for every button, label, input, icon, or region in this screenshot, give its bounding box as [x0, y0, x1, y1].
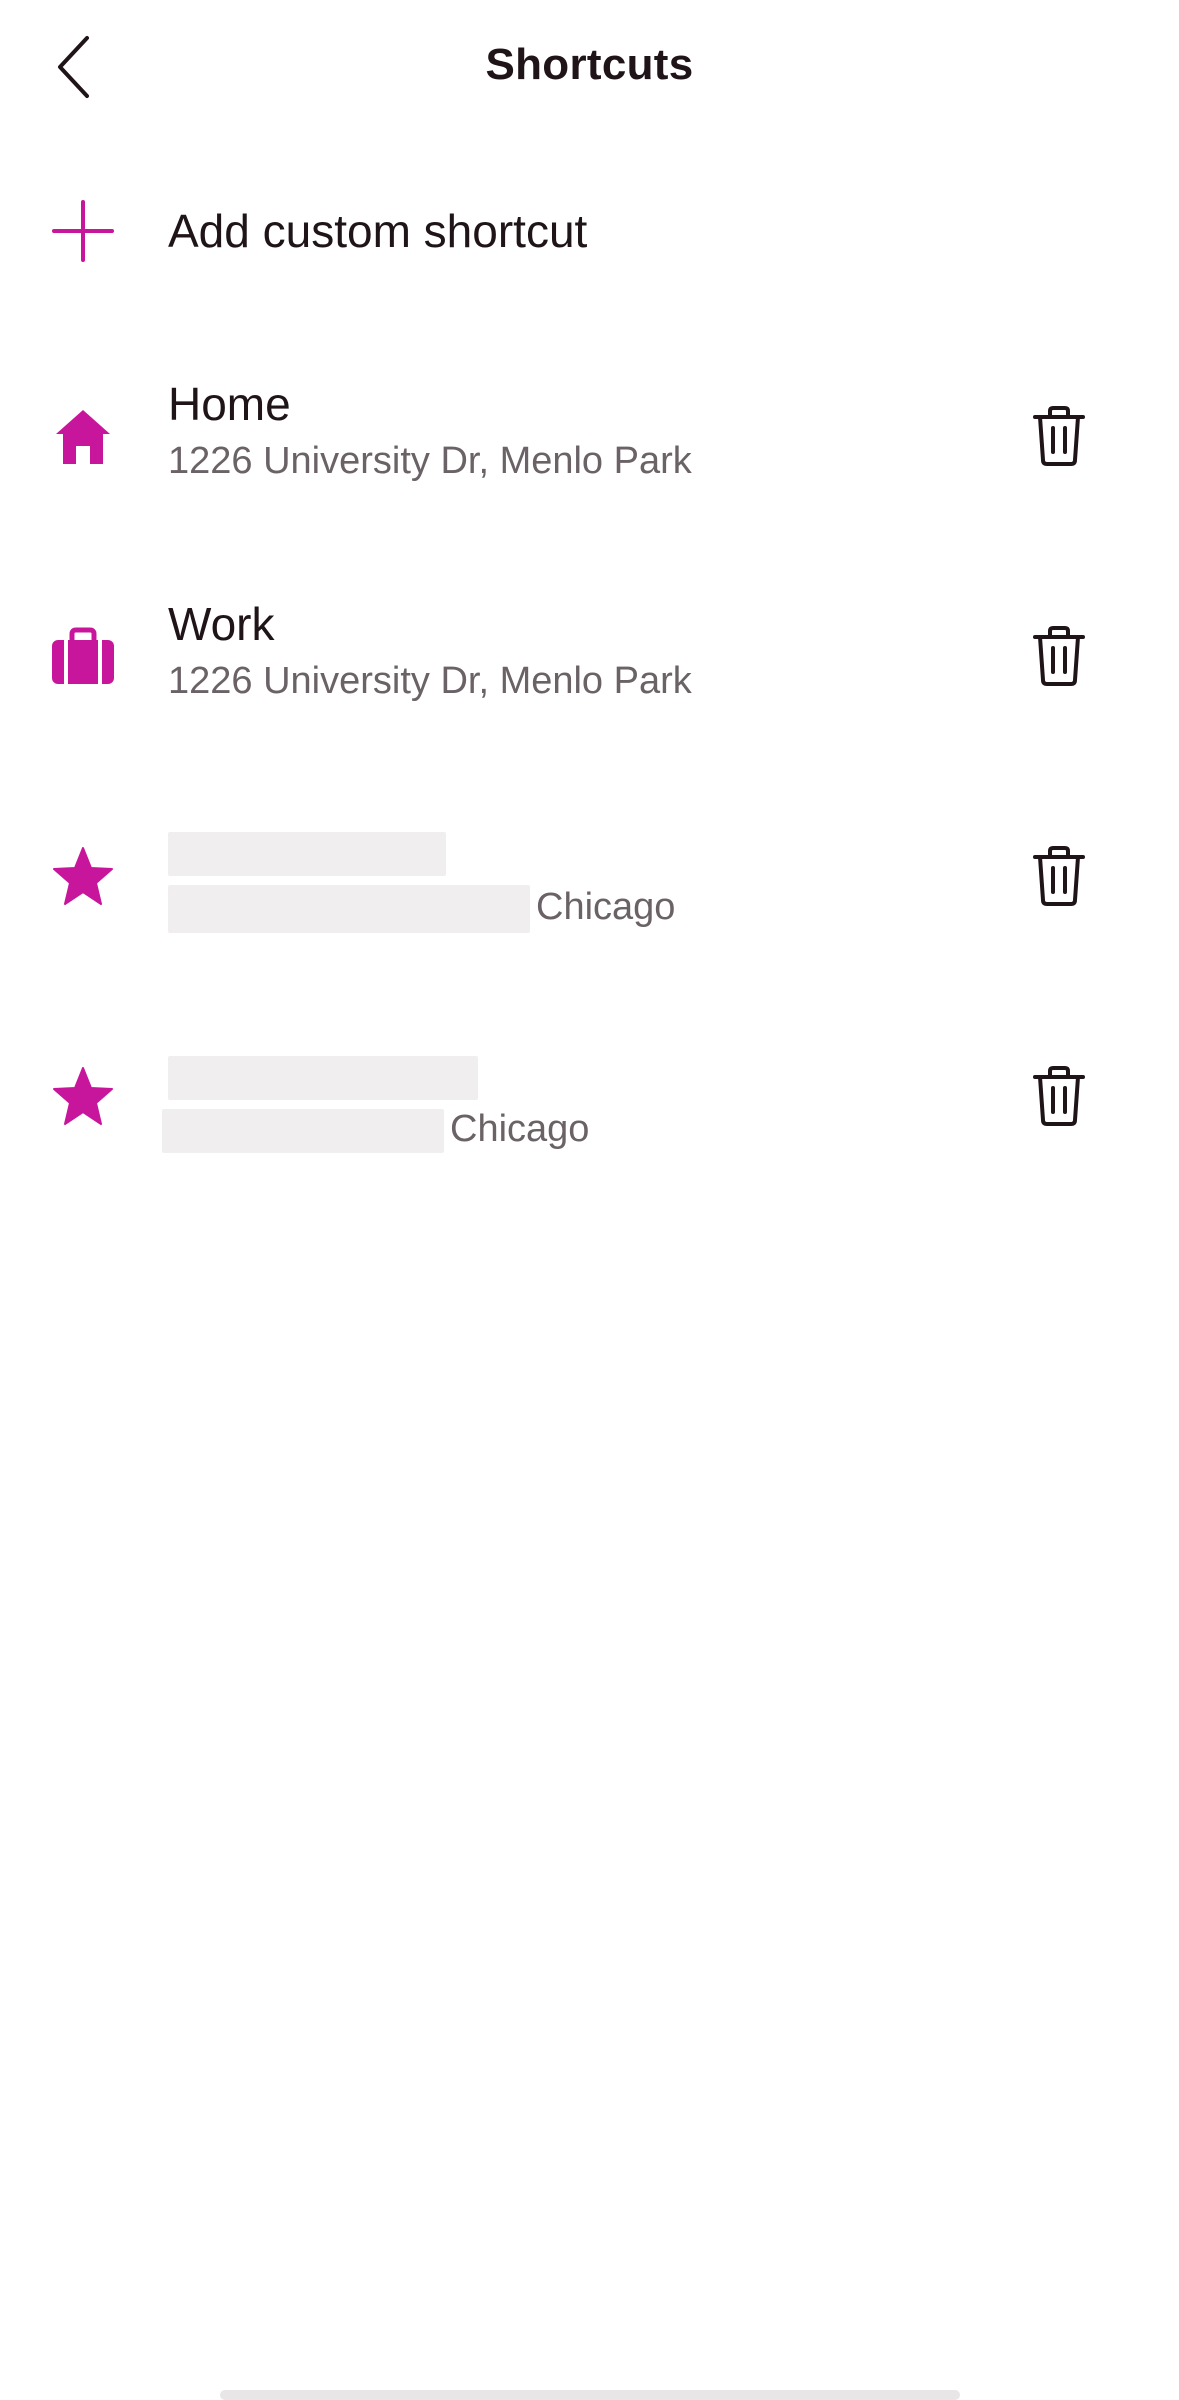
plus-icon — [52, 200, 114, 262]
redacted-block — [168, 1055, 478, 1100]
delete-shortcut-button[interactable] — [1025, 842, 1093, 910]
shortcut-title — [168, 822, 446, 878]
page-title: Shortcuts — [485, 40, 694, 89]
shortcut-item-starred[interactable]: Chicago — [0, 800, 1179, 1000]
home-icon — [50, 404, 116, 470]
trash-icon — [1033, 406, 1085, 466]
trash-icon — [1033, 626, 1085, 686]
shortcut-address: Chicago — [168, 884, 675, 933]
redacted-block — [162, 1108, 444, 1153]
shortcut-title — [168, 1046, 478, 1102]
shortcut-address: 1226 University Dr, Menlo Park — [168, 660, 692, 702]
trash-icon — [1033, 1066, 1085, 1126]
shortcut-item-work[interactable]: Work 1226 University Dr, Menlo Park — [0, 580, 1179, 780]
shortcut-address: 1226 University Dr, Menlo Park — [168, 440, 692, 482]
shortcut-item-home[interactable]: Home 1226 University Dr, Menlo Park — [0, 360, 1179, 560]
home-indicator — [220, 2390, 960, 2400]
add-custom-shortcut-button[interactable]: Add custom shortcut — [0, 175, 1179, 285]
trash-icon — [1033, 846, 1085, 906]
shortcut-title: Work — [168, 598, 275, 650]
shortcut-item-starred[interactable]: Chicago — [0, 1020, 1179, 1220]
shortcut-address: Chicago — [162, 1106, 589, 1153]
delete-shortcut-button[interactable] — [1025, 402, 1093, 470]
redacted-block — [168, 831, 446, 876]
delete-shortcut-button[interactable] — [1025, 622, 1093, 690]
star-icon — [50, 1064, 116, 1130]
add-custom-shortcut-label: Add custom shortcut — [168, 205, 588, 257]
header-bar: Shortcuts — [0, 0, 1179, 140]
redacted-block — [168, 884, 530, 933]
briefcase-icon — [50, 624, 116, 690]
delete-shortcut-button[interactable] — [1025, 1062, 1093, 1130]
shortcut-title: Home — [168, 378, 291, 430]
star-icon — [50, 844, 116, 910]
